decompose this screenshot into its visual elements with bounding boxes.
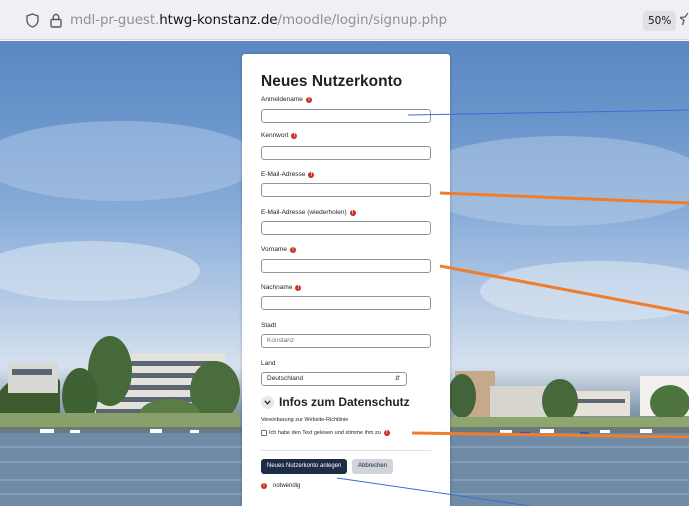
required-icon xyxy=(305,96,312,104)
email-label-text: E-Mail-Adresse xyxy=(261,171,306,178)
required-icon xyxy=(349,209,356,217)
username-label: Anmeldename xyxy=(261,96,312,104)
url-host: htwg-konstanz.de xyxy=(159,12,278,28)
required-icon xyxy=(261,482,267,490)
url-bar[interactable]: mdl-pr-guest.htwg-konstanz.de/moodle/log… xyxy=(70,8,447,33)
policy-consent-label: Ich habe den Text gelesen und stimme ihm… xyxy=(269,430,381,436)
policy-consent-row[interactable]: Ich habe den Text gelesen und stimme ihm… xyxy=(261,429,390,437)
firstname-label: Vorname xyxy=(261,246,297,254)
signup-form-card: Neues Nutzerkonto Anmeldename Kennwort E… xyxy=(242,54,450,506)
email-label: E-Mail-Adresse xyxy=(261,171,315,179)
password-label-text: Kennwort xyxy=(261,132,289,139)
country-label-text: Land xyxy=(261,360,276,367)
username-input[interactable] xyxy=(261,109,431,123)
required-icon xyxy=(290,246,297,254)
lastname-label-text: Nachname xyxy=(261,284,293,291)
page-viewport: Neues Nutzerkonto Anmeldename Kennwort E… xyxy=(0,41,689,506)
required-icon xyxy=(383,429,390,437)
policy-consent-checkbox[interactable] xyxy=(261,430,267,436)
email-repeat-label-text: E-Mail-Adresse (wiederholen) xyxy=(261,209,347,216)
url-prefix: mdl-pr-guest. xyxy=(70,12,160,28)
shield-icon[interactable] xyxy=(26,13,39,32)
city-label-text: Stadt xyxy=(261,322,277,329)
lastname-label: Nachname xyxy=(261,284,302,292)
password-input[interactable] xyxy=(261,146,431,160)
url-path: /moodle/login/signup.php xyxy=(277,12,448,28)
create-account-button[interactable]: Neues Nutzerkonto anlegen xyxy=(261,459,348,474)
country-label: Land xyxy=(261,360,275,367)
required-legend-text: notwendig xyxy=(273,483,301,489)
cancel-button[interactable]: Abbrechen xyxy=(352,459,394,474)
browser-toolbar: mdl-pr-guest.htwg-konstanz.de/moodle/log… xyxy=(0,0,689,40)
required-icon xyxy=(308,171,315,179)
zoom-level-badge[interactable]: 50% xyxy=(643,11,677,31)
chevron-down-icon[interactable] xyxy=(261,395,274,409)
username-label-text: Anmeldename xyxy=(261,96,303,103)
city-label: Stadt xyxy=(261,322,276,329)
country-select-value: Deutschland xyxy=(267,375,304,382)
email-input[interactable] xyxy=(261,183,431,197)
country-select[interactable]: Deutschland ⇵ xyxy=(261,372,407,386)
policy-agreement-label: Vereinbarung zur Website-Richtlinie xyxy=(261,417,349,423)
email-repeat-label: E-Mail-Adresse (wiederholen) xyxy=(261,209,356,217)
star-icon[interactable] xyxy=(678,11,689,30)
required-legend: notwendig xyxy=(261,482,301,490)
password-label: Kennwort xyxy=(261,132,298,140)
privacy-section-title: Infos zum Datenschutz xyxy=(279,395,410,409)
page-title: Neues Nutzerkonto xyxy=(261,73,403,90)
divider xyxy=(261,450,431,451)
required-icon xyxy=(291,132,298,140)
email-repeat-input[interactable] xyxy=(261,221,431,235)
required-icon xyxy=(295,284,302,292)
lastname-input[interactable] xyxy=(261,296,431,310)
city-input[interactable]: Konstanz xyxy=(261,334,431,348)
firstname-label-text: Vorname xyxy=(261,246,288,253)
privacy-section-header[interactable]: Infos zum Datenschutz xyxy=(261,395,410,409)
firstname-input[interactable] xyxy=(261,259,431,273)
select-chevron-icon: ⇵ xyxy=(394,376,400,382)
lock-icon[interactable] xyxy=(50,13,62,32)
